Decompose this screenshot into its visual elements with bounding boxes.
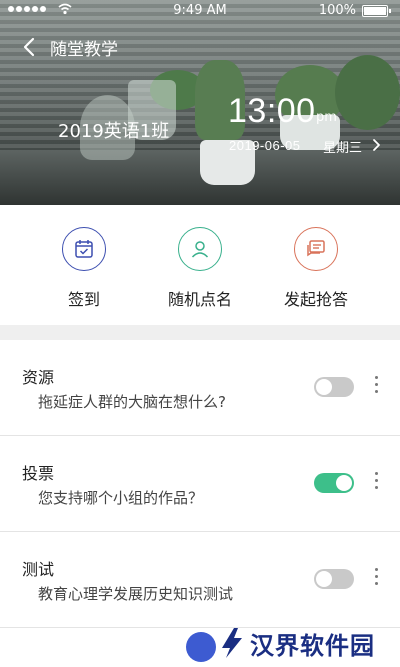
more-options-icon[interactable] xyxy=(372,568,380,590)
battery-percent: 100% xyxy=(318,3,356,18)
class-time: 13:00 xyxy=(228,92,316,130)
list-item-test[interactable]: 测试 教育心理学发展历史知识测试 xyxy=(0,532,400,628)
class-date: 2019-06-05 xyxy=(229,138,301,153)
time-ampm: pm xyxy=(316,110,337,125)
list-item-resource[interactable]: 资源 拖延症人群的大脑在想什么? xyxy=(0,340,400,436)
list-item-vote[interactable]: 投票 您支持哪个小组的作品？ xyxy=(0,436,400,532)
status-bar: 9:49 AM 100% xyxy=(0,0,400,22)
page-title: 随堂教学 xyxy=(50,40,118,60)
user-icon xyxy=(191,241,209,258)
checkin-label: 签到 xyxy=(67,290,100,309)
list-item-subtitle: 您支持哪个小组的作品？ xyxy=(38,489,204,507)
action-icon-circle xyxy=(62,227,106,271)
action-icon-circle xyxy=(178,227,222,271)
class-name: 2019英语1班 xyxy=(58,121,170,142)
test-toggle[interactable] xyxy=(314,569,354,589)
list-item-title: 资源 xyxy=(22,368,55,387)
list-item-subtitle: 拖延症人群的大脑在想什么? xyxy=(38,393,226,411)
list-item-subtitle: 教育心理学发展历史知识测试 xyxy=(38,585,234,603)
chat-icon xyxy=(307,240,325,257)
vote-toggle[interactable] xyxy=(314,473,354,493)
back-arrow-icon[interactable] xyxy=(20,36,40,58)
chevron-right-icon[interactable] xyxy=(370,138,382,152)
add-fab-icon[interactable] xyxy=(186,632,216,662)
watermark-mark-icon xyxy=(222,628,242,658)
toggle-knob xyxy=(336,475,352,491)
watermark-text: 汉界软件园 xyxy=(250,632,375,660)
list-item-title: 投票 xyxy=(22,464,55,483)
calendar-check-icon xyxy=(75,240,93,258)
quick-actions: 签到 随机点名 发起抢答 xyxy=(0,205,400,325)
random-rollcall-button[interactable]: 随机点名 xyxy=(150,227,250,310)
resource-toggle[interactable] xyxy=(314,377,354,397)
plant-decoration xyxy=(335,55,400,130)
battery-icon xyxy=(362,5,391,17)
start-quiz-button[interactable]: 发起抢答 xyxy=(266,227,366,310)
toggle-knob xyxy=(316,571,332,587)
header-banner: 9:49 AM 100% 随堂教学 2019英语1班 13:00 pm 2019… xyxy=(0,0,400,205)
checkin-button[interactable]: 签到 xyxy=(34,227,134,310)
random-rollcall-label: 随机点名 xyxy=(167,290,232,309)
watermark-logo: 汉界软件园 xyxy=(186,618,400,667)
action-icon-circle xyxy=(294,227,338,271)
toggle-knob xyxy=(316,379,332,395)
more-options-icon[interactable] xyxy=(372,472,380,494)
class-weekday: 星期三 xyxy=(323,141,363,156)
start-quiz-label: 发起抢答 xyxy=(283,290,348,309)
more-options-icon[interactable] xyxy=(372,376,380,398)
section-divider xyxy=(0,325,400,340)
list-item-title: 测试 xyxy=(22,560,55,579)
